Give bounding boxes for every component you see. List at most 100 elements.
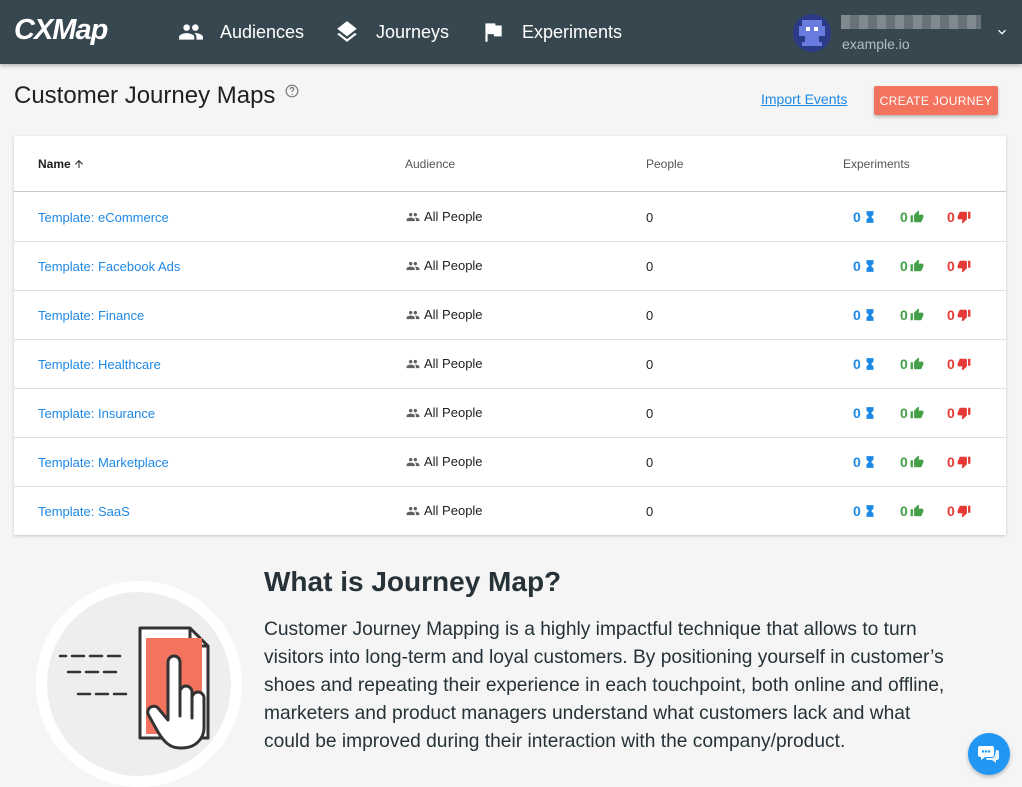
people-count: 0 xyxy=(646,357,654,372)
audience-cell: All People xyxy=(405,307,483,322)
experiments-lost[interactable]: 0 xyxy=(947,405,971,421)
user-menu[interactable]: example.io xyxy=(793,12,1018,54)
audience-cell: All People xyxy=(405,258,483,273)
journey-name-link[interactable]: Template: SaaS xyxy=(38,504,130,519)
nav-experiments[interactable]: Experiments xyxy=(480,0,622,64)
people-count: 0 xyxy=(646,259,654,274)
journey-name-link[interactable]: Template: Healthcare xyxy=(38,357,161,372)
lost-count: 0 xyxy=(947,503,955,519)
thumbs-down-icon xyxy=(957,456,971,469)
experiments-lost[interactable]: 0 xyxy=(947,307,971,323)
people-icon xyxy=(179,24,203,40)
experiments-won[interactable]: 0 xyxy=(900,405,924,421)
table-row[interactable]: Template: Finance All People 0 0 0 0 xyxy=(14,291,1006,340)
experiments-won[interactable]: 0 xyxy=(900,209,924,225)
column-header-name[interactable]: Name xyxy=(38,157,85,171)
audience-cell: All People xyxy=(405,356,483,371)
experiments-running[interactable]: 0 xyxy=(853,307,877,323)
experiments-won[interactable]: 0 xyxy=(900,258,924,274)
experiments-running[interactable]: 0 xyxy=(853,503,877,519)
nav-journeys-label: Journeys xyxy=(376,21,450,42)
thumbs-up-icon xyxy=(910,406,924,419)
lost-count: 0 xyxy=(947,307,955,323)
won-count: 0 xyxy=(900,209,908,225)
experiments-running[interactable]: 0 xyxy=(853,454,877,470)
people-count: 0 xyxy=(646,210,654,225)
info-title: What is Journey Map? xyxy=(264,566,562,597)
hourglass-icon xyxy=(866,309,874,321)
chat-button[interactable] xyxy=(968,733,1010,775)
won-count: 0 xyxy=(900,307,908,323)
people-count: 0 xyxy=(646,308,654,323)
journey-name-link[interactable]: Template: Finance xyxy=(38,308,144,323)
nav-experiments-label: Experiments xyxy=(522,21,623,42)
people-count: 0 xyxy=(646,504,654,519)
people-count: 0 xyxy=(646,455,654,470)
table-row[interactable]: Template: Marketplace All People 0 0 0 0 xyxy=(14,438,1006,487)
top-navigation-bar: CXMap Audiences Journeys Experiments exa… xyxy=(0,0,1022,64)
people-icon xyxy=(406,506,420,515)
column-header-people[interactable]: People xyxy=(646,157,683,171)
hourglass-icon xyxy=(866,211,874,223)
experiments-running[interactable]: 0 xyxy=(853,356,877,372)
audience-label: All People xyxy=(424,258,483,273)
lost-count: 0 xyxy=(947,209,955,225)
experiments-lost[interactable]: 0 xyxy=(947,258,971,274)
audience-label: All People xyxy=(424,405,483,420)
journey-name-link[interactable]: Template: eCommerce xyxy=(38,210,169,225)
running-count: 0 xyxy=(853,454,861,470)
avatar xyxy=(793,14,831,52)
thumbs-down-icon xyxy=(957,211,971,224)
table-row[interactable]: Template: SaaS All People 0 0 0 0 xyxy=(14,487,1006,536)
people-count: 0 xyxy=(646,406,654,421)
nav-audiences[interactable]: Audiences xyxy=(178,0,304,64)
hourglass-icon xyxy=(866,407,874,419)
experiments-lost[interactable]: 0 xyxy=(947,503,971,519)
experiments-won[interactable]: 0 xyxy=(900,356,924,372)
running-count: 0 xyxy=(853,258,861,274)
nav-audiences-label: Audiences xyxy=(220,21,305,42)
table-row[interactable]: Template: eCommerce All People 0 0 0 0 xyxy=(14,193,1006,242)
won-count: 0 xyxy=(900,454,908,470)
thumbs-up-icon xyxy=(910,210,924,223)
cxmap-logo[interactable]: CXMap xyxy=(14,14,108,47)
thumbs-down-icon xyxy=(957,505,971,518)
hourglass-icon xyxy=(866,260,874,272)
experiments-running[interactable]: 0 xyxy=(853,405,877,421)
running-count: 0 xyxy=(853,307,861,323)
experiments-won[interactable]: 0 xyxy=(900,503,924,519)
won-count: 0 xyxy=(900,503,908,519)
experiments-lost[interactable]: 0 xyxy=(947,454,971,470)
audience-label: All People xyxy=(424,356,483,371)
column-header-audience[interactable]: Audience xyxy=(405,157,455,171)
experiments-lost[interactable]: 0 xyxy=(947,356,971,372)
sort-ascending-icon xyxy=(74,160,83,168)
experiments-lost[interactable]: 0 xyxy=(947,209,971,225)
people-icon xyxy=(406,212,420,221)
table-row[interactable]: Template: Facebook Ads All People 0 0 0 … xyxy=(14,242,1006,291)
page-title: Customer Journey Maps xyxy=(14,82,276,109)
table-row[interactable]: Template: Healthcare All People 0 0 0 0 xyxy=(14,340,1006,389)
won-count: 0 xyxy=(900,258,908,274)
journey-name-link[interactable]: Template: Insurance xyxy=(38,406,155,421)
people-icon xyxy=(406,359,420,368)
lost-count: 0 xyxy=(947,405,955,421)
journey-name-link[interactable]: Template: Marketplace xyxy=(38,455,169,470)
journey-name-link[interactable]: Template: Facebook Ads xyxy=(38,259,180,274)
chevron-down-icon[interactable] xyxy=(994,24,1010,40)
experiments-running[interactable]: 0 xyxy=(853,258,877,274)
experiments-won[interactable]: 0 xyxy=(900,307,924,323)
hourglass-icon xyxy=(866,505,874,517)
running-count: 0 xyxy=(853,503,861,519)
import-events-link[interactable]: Import Events xyxy=(761,91,847,107)
nav-journeys[interactable]: Journeys xyxy=(334,0,449,64)
flag-icon xyxy=(485,23,502,42)
create-journey-button[interactable]: CREATE JOURNEY xyxy=(874,86,998,115)
audience-cell: All People xyxy=(405,405,483,420)
help-icon[interactable] xyxy=(285,84,299,98)
experiments-running[interactable]: 0 xyxy=(853,209,877,225)
audience-label: All People xyxy=(424,307,483,322)
table-row[interactable]: Template: Insurance All People 0 0 0 0 xyxy=(14,389,1006,438)
lost-count: 0 xyxy=(947,258,955,274)
experiments-won[interactable]: 0 xyxy=(900,454,924,470)
